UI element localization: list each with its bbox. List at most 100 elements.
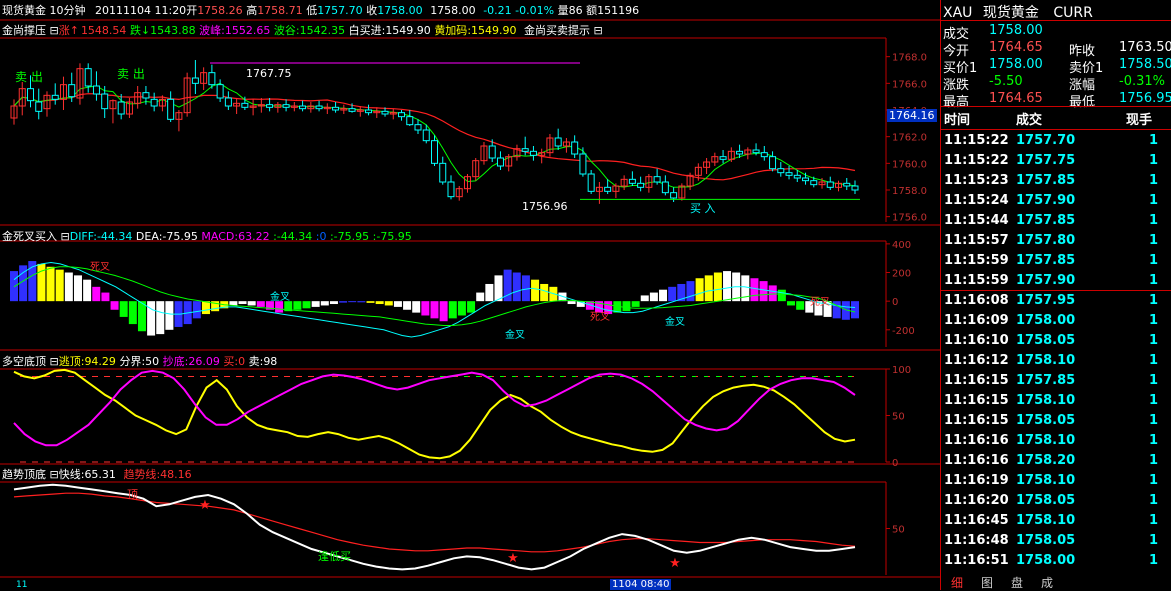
quote-value: -0.31%: [1119, 74, 1165, 89]
macd-bar: [439, 301, 448, 322]
candle-body: [571, 141, 579, 155]
quote-tab[interactable]: 细: [951, 574, 963, 591]
macd-value: 63.22: [238, 230, 270, 243]
tick-vol: 1: [1148, 233, 1158, 248]
candle-body: [216, 84, 224, 99]
tick-price: 1757.80: [1016, 233, 1076, 248]
tick-row: 11:15:22 1757.75 1: [941, 152, 1171, 172]
close-label: 收: [366, 4, 378, 17]
candle-body: [769, 156, 777, 170]
quote-tab[interactable]: 成: [1041, 574, 1053, 591]
hint-toggle-icon[interactable]: ⊟: [594, 24, 603, 37]
close-value: 1758.00: [377, 4, 423, 17]
quote-tab[interactable]: 图: [981, 574, 993, 591]
candle-body: [266, 104, 274, 108]
tick-time: 11:15:44: [944, 213, 1009, 228]
macd-bar: [10, 271, 18, 302]
candle-body: [777, 168, 785, 174]
macd-bar: [787, 301, 796, 306]
star-icon: ★: [507, 551, 519, 566]
escape-value: 94.29: [84, 355, 116, 368]
tick-time: 11:15:22: [944, 153, 1009, 168]
tick-row: 11:16:20 1758.05 1: [941, 492, 1171, 512]
y-tick-label: 0: [892, 297, 898, 308]
fast-line: [13, 483, 856, 571]
diff-value: -44.34: [96, 230, 133, 243]
low-label: 低: [306, 4, 318, 17]
macd-bar: [165, 301, 174, 330]
candle-body: [167, 98, 175, 120]
panel2-toggle-icon[interactable]: ⊟: [61, 230, 70, 243]
candle-body: [101, 93, 109, 110]
quote-value: 1763.50: [1119, 40, 1171, 55]
current-price-tag: 1764.16: [887, 109, 937, 122]
macd-bar: [110, 301, 119, 310]
p2-value-4: :-75.95: [372, 230, 412, 243]
fast-label: 快线: [58, 468, 81, 481]
tick-vol: 1: [1148, 193, 1158, 208]
tick-price: 1758.20: [1016, 453, 1076, 468]
macd-bar: [704, 275, 713, 302]
candle-body: [851, 185, 859, 191]
candle-body: [752, 149, 760, 154]
open-label: 开: [186, 4, 198, 17]
panel4-toggle-icon[interactable]: ⊟: [50, 468, 59, 481]
panel2-header: 金死叉买入 ⊟DIFF:-44.34 DEA:-75.95 MACD:63.22…: [2, 228, 412, 244]
candle-body: [208, 72, 216, 86]
tick-price: 1758.00: [1016, 553, 1076, 568]
quote-code: CURR: [1053, 5, 1093, 21]
panel3-toggle-icon[interactable]: ⊟: [50, 355, 59, 368]
y-tick-label: 1758.0: [892, 186, 927, 197]
tick-row: 11:15:59 1757.85 1: [941, 252, 1171, 272]
macd-bar: [659, 289, 668, 302]
tick-price: 1757.75: [1016, 153, 1076, 168]
chart-header: 现货黄金 10分钟 20111104 11:20开1758.26 高1758.7…: [2, 2, 639, 18]
boundary-label: 分界: [119, 355, 142, 368]
tick-row: 11:15:24 1757.90 1: [941, 192, 1171, 212]
y-tick-label: 50: [892, 525, 905, 536]
candle-body: [299, 105, 307, 110]
y-tick-label: 100: [892, 365, 911, 376]
escape-line: [13, 368, 856, 460]
macd-bar: [686, 281, 695, 302]
candle-body: [365, 109, 373, 114]
chart-area[interactable]: 1768.01766.01764.01762.01760.01758.01756…: [0, 0, 940, 590]
tick-vol: 1: [1148, 133, 1158, 148]
death-cross-label: 死叉: [90, 261, 110, 273]
macd-bar: [256, 301, 265, 307]
diff-label: DIFF: [69, 230, 94, 243]
macd-bar: [412, 301, 421, 313]
panel2-name: 金死叉买入: [2, 230, 57, 243]
candle-body: [719, 156, 727, 160]
macd-bar: [201, 301, 210, 315]
candle-body: [670, 192, 678, 199]
macd-bar: [796, 301, 805, 310]
macd-bar: [476, 292, 485, 302]
gold-cross-label: 金叉: [270, 290, 290, 303]
macd-bar: [768, 285, 777, 302]
chart-svg[interactable]: 1768.01766.01764.01762.01760.01758.01756…: [0, 0, 940, 590]
tick-vol: 1: [1148, 393, 1158, 408]
macd-bar: [192, 301, 201, 319]
macd-bar: [55, 269, 64, 302]
macd-bar: [485, 283, 494, 302]
macd-bar: [750, 278, 759, 302]
tick-vol: 1: [1148, 293, 1158, 308]
low-buy-marker: 逢低买: [318, 550, 351, 563]
low-value: 1757.70: [317, 4, 363, 17]
candle-body: [68, 84, 76, 98]
panel1-toggle-icon[interactable]: ⊟: [50, 24, 59, 37]
tick-time: 11:15:59: [944, 273, 1009, 288]
trend-value: 48.16: [160, 468, 192, 481]
candle-body: [332, 106, 340, 111]
macd-bar: [457, 301, 466, 316]
tick-time: 11:15:22: [944, 133, 1009, 148]
candle-body: [637, 182, 645, 188]
macd-bar: [357, 301, 366, 303]
candle-body: [529, 150, 537, 156]
macd-bar: [668, 286, 677, 302]
quote-tab[interactable]: 盘: [1011, 574, 1023, 591]
tick-price: 1758.10: [1016, 353, 1076, 368]
high-value: 1758.71: [257, 4, 303, 17]
macd-bar: [723, 271, 732, 302]
